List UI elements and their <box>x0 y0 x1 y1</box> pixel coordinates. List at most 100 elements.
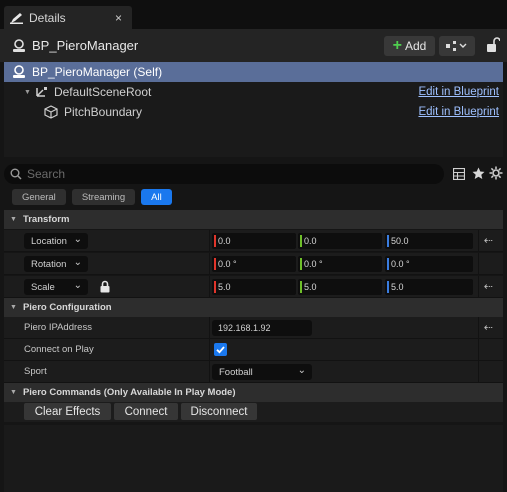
plus-icon: + <box>392 37 402 54</box>
rotation-label: Rotation <box>31 258 67 270</box>
connect-on-play-row: Connect on Play <box>4 339 503 361</box>
rotation-z-value: 0.0 ° <box>391 259 410 269</box>
tree-item-label: PitchBoundary <box>64 105 143 119</box>
category-piero-configuration[interactable]: ▼ Piero Configuration <box>4 298 503 317</box>
column-divider <box>478 317 479 339</box>
disconnect-button[interactable]: Disconnect <box>181 403 257 420</box>
location-label: Location <box>31 235 67 247</box>
column-divider <box>209 253 210 275</box>
scale-z-value: 5.0 <box>391 282 404 292</box>
location-z-field[interactable]: 50.0 <box>385 233 473 249</box>
z-axis-marker <box>387 258 389 270</box>
category-label: Piero Commands (Only Available In Play M… <box>22 387 236 398</box>
blueprint-options-icon <box>446 41 467 51</box>
rotation-x-field[interactable]: 0.0 ° <box>212 256 296 272</box>
z-axis-marker <box>387 235 389 247</box>
search-icon <box>10 168 22 180</box>
unlock-icon[interactable] <box>486 36 500 54</box>
collapse-arrow-icon: ▼ <box>10 216 17 223</box>
expand-arrow-icon[interactable]: ▼ <box>24 89 31 96</box>
filter-bar: General Streaming All <box>12 189 172 205</box>
tab-details[interactable]: Details × <box>4 6 132 29</box>
search-input[interactable]: Search <box>4 164 444 184</box>
sport-dropdown[interactable]: Football ⌄ <box>212 364 312 380</box>
ip-address-row: Piero IPAddress 192.168.1.92 ⇠ <box>4 317 503 339</box>
location-y-value: 0.0 <box>304 236 317 246</box>
chevron-down-icon: ⌄ <box>73 280 82 291</box>
scale-z-field[interactable]: 5.0 <box>385 279 473 295</box>
scale-row: Scale ⌄ 5.0 5.0 5.0 ⇠ <box>4 276 503 298</box>
filter-streaming-button[interactable]: Streaming <box>71 189 136 205</box>
connect-on-play-label: Connect on Play <box>24 344 94 355</box>
rotation-z-field[interactable]: 0.0 ° <box>385 256 473 272</box>
column-divider <box>209 317 210 339</box>
command-buttons-bar: Clear Effects Connect Disconnect <box>4 402 503 422</box>
actor-icon <box>13 38 25 52</box>
column-divider <box>478 276 479 298</box>
ip-address-field[interactable]: 192.168.1.92 <box>212 320 312 336</box>
scale-x-field[interactable]: 5.0 <box>212 279 296 295</box>
rotation-row: Rotation ⌄ 0.0 ° 0.0 ° 0.0 ° <box>4 253 503 275</box>
sport-value: Football <box>219 366 253 378</box>
empty-panel-area <box>4 425 503 492</box>
scale-mode-dropdown[interactable]: Scale ⌄ <box>24 279 88 295</box>
add-label: Add <box>404 39 427 53</box>
ip-address-label: Piero IPAddress <box>24 322 92 333</box>
table-view-icon[interactable] <box>453 168 465 180</box>
category-label: Piero Configuration <box>22 302 112 313</box>
x-axis-marker <box>214 235 216 247</box>
collapse-arrow-icon: ▼ <box>10 389 17 396</box>
column-divider <box>209 339 210 361</box>
category-piero-commands[interactable]: ▼ Piero Commands (Only Available In Play… <box>4 383 503 402</box>
sport-row: Sport Football ⌄ <box>4 361 503 383</box>
rotation-y-field[interactable]: 0.0 ° <box>298 256 382 272</box>
close-icon[interactable]: × <box>115 11 122 25</box>
location-y-field[interactable]: 0.0 <box>298 233 382 249</box>
scale-y-field[interactable]: 5.0 <box>298 279 382 295</box>
location-z-value: 50.0 <box>391 236 409 246</box>
location-x-value: 0.0 <box>218 236 231 246</box>
gear-icon[interactable] <box>489 166 503 180</box>
category-transform[interactable]: ▼ Transform <box>4 210 503 229</box>
location-x-field[interactable]: 0.0 <box>212 233 296 249</box>
reset-to-default-icon[interactable]: ⇠ <box>484 321 493 334</box>
tree-item-default-scene-root[interactable]: ▼ DefaultSceneRoot Edit in Blueprint <box>4 82 503 102</box>
location-mode-dropdown[interactable]: Location ⌄ <box>24 233 88 249</box>
reset-to-default-icon[interactable]: ⇠ <box>484 234 493 247</box>
box-collision-icon <box>44 105 58 119</box>
category-label: Transform <box>22 214 70 225</box>
edit-in-blueprint-link[interactable]: Edit in Blueprint <box>418 86 499 98</box>
chevron-down-icon: ⌄ <box>297 365 306 376</box>
column-divider <box>478 339 479 361</box>
layout-options-button[interactable] <box>439 36 475 56</box>
filter-all-button[interactable]: All <box>141 189 172 205</box>
connect-on-play-checkbox[interactable] <box>214 343 227 356</box>
connect-button[interactable]: Connect <box>114 403 178 420</box>
sport-label: Sport <box>24 366 47 377</box>
x-axis-marker <box>214 258 216 270</box>
pencil-icon <box>10 12 23 24</box>
tab-title: Details <box>29 10 66 25</box>
z-axis-marker <box>387 281 389 293</box>
scale-label: Scale <box>31 281 55 293</box>
reset-to-default-icon[interactable]: ⇠ <box>484 280 493 293</box>
column-divider <box>209 276 210 298</box>
rotation-mode-dropdown[interactable]: Rotation ⌄ <box>24 256 88 272</box>
column-divider <box>209 230 210 252</box>
tree-item-pitch-boundary[interactable]: PitchBoundary Edit in Blueprint <box>4 102 503 122</box>
clear-effects-button[interactable]: Clear Effects <box>24 403 111 420</box>
edit-in-blueprint-link[interactable]: Edit in Blueprint <box>418 106 499 118</box>
filter-general-button[interactable]: General <box>12 189 66 205</box>
add-component-button[interactable]: + Add <box>384 36 435 56</box>
tree-item-self[interactable]: BP_PieroManager (Self) <box>4 62 503 82</box>
lock-icon[interactable] <box>100 280 110 293</box>
ip-address-value: 192.168.1.92 <box>218 323 271 333</box>
column-divider <box>209 361 210 383</box>
star-icon[interactable] <box>472 167 485 180</box>
checkmark-icon <box>216 346 225 354</box>
y-axis-marker <box>300 235 302 247</box>
actor-icon <box>13 65 25 78</box>
collapse-arrow-icon: ▼ <box>10 304 17 311</box>
chevron-down-icon: ⌄ <box>73 257 82 268</box>
rotation-x-value: 0.0 ° <box>218 259 237 269</box>
